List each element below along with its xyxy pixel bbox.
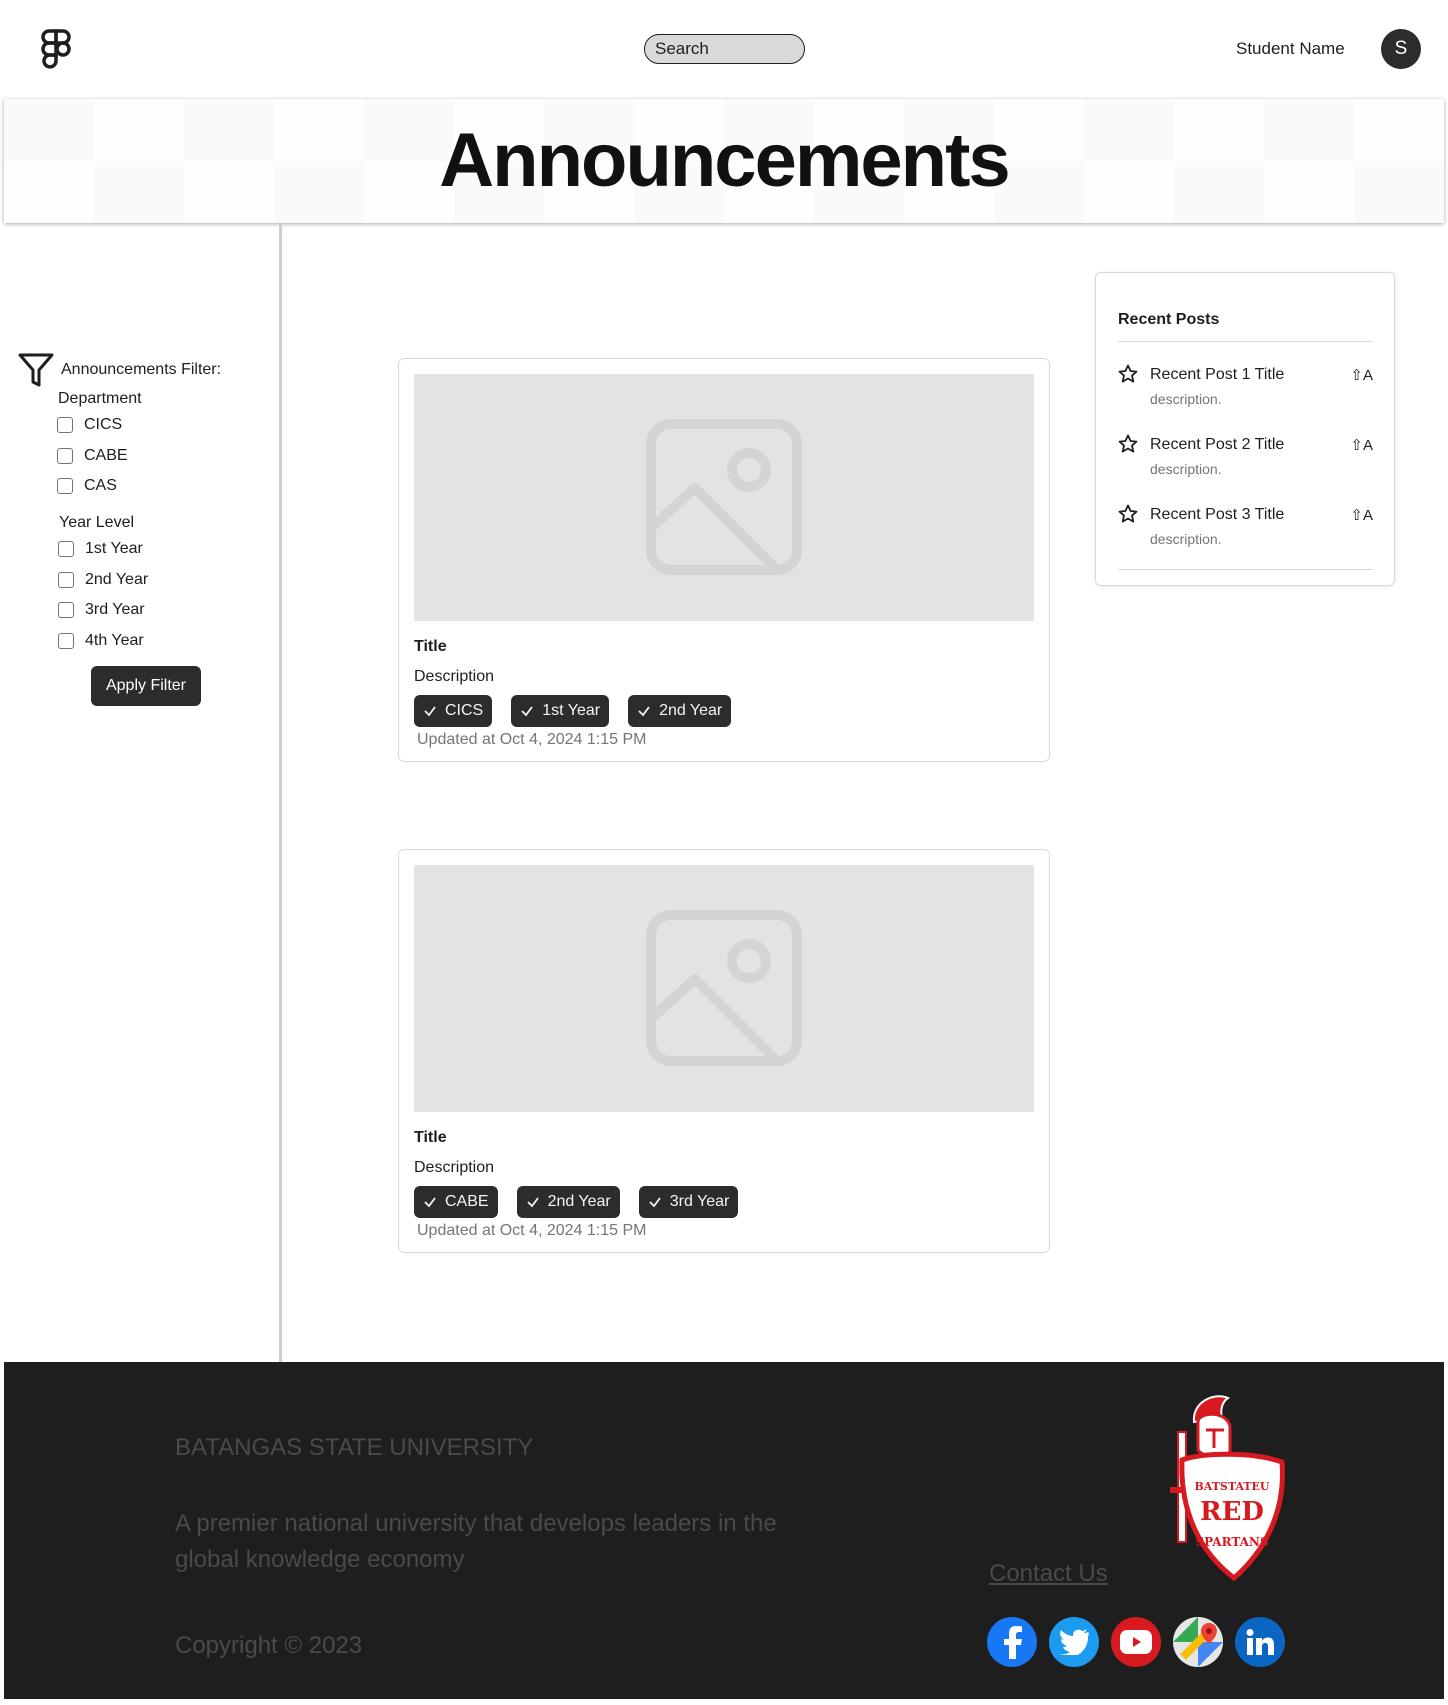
image-icon — [646, 419, 802, 575]
filter-title: Announcements Filter: — [61, 361, 222, 378]
tag-list: CABE 2nd Year 3rd Year — [414, 1186, 757, 1218]
checkbox-cics[interactable]: CICS — [57, 414, 122, 436]
checkbox-box[interactable] — [57, 448, 73, 464]
google-maps-icon[interactable] — [1173, 1617, 1223, 1667]
check-icon — [638, 706, 650, 717]
checkbox-box[interactable] — [58, 572, 74, 588]
star-icon[interactable] — [1118, 434, 1138, 454]
image-icon — [646, 910, 802, 1066]
tag-label: 3rd Year — [669, 1193, 730, 1210]
recent-post-item[interactable]: Recent Post 3 Title description. ⇧A — [1118, 503, 1373, 553]
checkbox-cabe[interactable]: CABE — [57, 445, 128, 467]
tag-2nd-year[interactable]: 2nd Year — [516, 1186, 620, 1218]
svg-text:BATSTATEU: BATSTATEU — [1194, 1480, 1269, 1493]
student-name[interactable]: Student Name — [1236, 38, 1366, 60]
university-name: BATANGAS STATE UNIVERSITY — [175, 1434, 534, 1461]
page-title: Announcements — [439, 118, 1010, 203]
checkbox-box[interactable] — [58, 602, 74, 618]
recent-post-title: Recent Post 2 Title — [1150, 436, 1285, 453]
linkedin-icon[interactable] — [1235, 1617, 1285, 1667]
recent-post-description: description. — [1150, 461, 1222, 477]
social-links — [987, 1617, 1297, 1667]
shortcut-label: ⇧A — [1350, 507, 1373, 524]
youtube-icon[interactable] — [1111, 1617, 1161, 1667]
shortcut-label: ⇧A — [1350, 437, 1373, 454]
image-placeholder — [414, 374, 1034, 621]
card-title: Title — [414, 638, 447, 655]
check-icon — [424, 706, 436, 717]
copyright: Copyright © 2023 — [175, 1632, 363, 1659]
star-icon[interactable] — [1118, 504, 1138, 524]
checkbox-box[interactable] — [57, 417, 73, 433]
tag-3rd-year[interactable]: 3rd Year — [638, 1186, 739, 1218]
check-icon — [521, 706, 533, 717]
checkbox-label: CAS — [84, 477, 117, 494]
contact-us-link[interactable]: Contact Us — [989, 1560, 1108, 1588]
footer: BATANGAS STATE UNIVERSITY A premier nati… — [4, 1362, 1444, 1699]
facebook-icon[interactable] — [987, 1617, 1037, 1667]
check-icon — [526, 1197, 539, 1208]
sidebar-divider — [279, 224, 282, 1362]
recent-post-title: Recent Post 1 Title — [1150, 366, 1285, 383]
checkbox-label: 2nd Year — [85, 571, 149, 588]
check-icon — [424, 1197, 436, 1208]
check-icon — [649, 1197, 661, 1208]
checkbox-4th-year[interactable]: 4th Year — [58, 630, 144, 652]
tag-2nd-year[interactable]: 2nd Year — [628, 695, 732, 727]
apply-filter-button[interactable]: Apply Filter — [91, 666, 201, 706]
svg-text:SPARTANS: SPARTANS — [1195, 1535, 1268, 1549]
checkbox-cas[interactable]: CAS — [57, 475, 117, 497]
checkbox-1st-year[interactable]: 1st Year — [58, 538, 143, 560]
figma-logo-icon[interactable] — [40, 29, 72, 71]
tag-label: 1st Year — [542, 702, 601, 719]
recent-post-item[interactable]: Recent Post 2 Title description. ⇧A — [1118, 433, 1373, 483]
checkbox-box[interactable] — [57, 478, 73, 494]
checkbox-label: 4th Year — [85, 632, 144, 649]
announcement-card[interactable]: Title Description CICS 1st Year 2nd Year… — [398, 358, 1050, 762]
tag-label: CICS — [445, 702, 484, 719]
card-description: Description — [414, 668, 495, 685]
year-level-label: Year Level — [59, 514, 135, 531]
shortcut-label: ⇧A — [1350, 367, 1373, 384]
tag-list: CICS 1st Year 2nd Year — [414, 695, 750, 727]
updated-timestamp: Updated at Oct 4, 2024 1:15 PM — [417, 731, 647, 748]
search-input[interactable]: Search — [644, 34, 805, 64]
recent-post-description: description. — [1150, 531, 1222, 547]
image-placeholder — [414, 865, 1034, 1112]
tag-label: 2nd Year — [659, 702, 723, 719]
divider — [1118, 569, 1373, 570]
avatar[interactable]: S — [1381, 29, 1421, 69]
card-title: Title — [414, 1129, 447, 1146]
checkbox-label: 1st Year — [85, 540, 143, 557]
university-tagline: A premier national university that devel… — [175, 1510, 777, 1573]
card-description: Description — [414, 1159, 495, 1176]
top-navbar: Search Student Name S — [0, 0, 1448, 98]
checkbox-label: CABE — [84, 447, 128, 464]
tag-1st-year[interactable]: 1st Year — [511, 695, 610, 727]
tag-cabe[interactable]: CABE — [414, 1186, 498, 1218]
svg-text:RED: RED — [1200, 1497, 1264, 1527]
recent-post-item[interactable]: Recent Post 1 Title description. ⇧A — [1118, 363, 1373, 413]
checkbox-label: CICS — [84, 416, 123, 433]
checkbox-box[interactable] — [58, 633, 74, 649]
checkbox-label: 3rd Year — [85, 601, 145, 618]
recent-posts-title: Recent Posts — [1118, 311, 1220, 328]
tag-cics[interactable]: CICS — [414, 695, 493, 727]
announcement-card[interactable]: Title Description CABE 2nd Year 3rd Year… — [398, 849, 1050, 1253]
recent-post-title: Recent Post 3 Title — [1150, 506, 1285, 523]
department-label: Department — [58, 390, 142, 407]
checkbox-2nd-year[interactable]: 2nd Year — [58, 569, 148, 591]
checkbox-box[interactable] — [58, 541, 74, 557]
tag-label: CABE — [445, 1193, 489, 1210]
updated-timestamp: Updated at Oct 4, 2024 1:15 PM — [417, 1222, 647, 1239]
checkbox-3rd-year[interactable]: 3rd Year — [58, 599, 145, 621]
star-icon[interactable] — [1118, 364, 1138, 384]
twitter-icon[interactable] — [1049, 1617, 1099, 1667]
divider — [1118, 341, 1373, 342]
tag-label: 2nd Year — [547, 1193, 611, 1210]
recent-post-description: description. — [1150, 391, 1222, 407]
filter-icon — [18, 353, 54, 387]
red-spartans-logo: BATSTATEU RED SPARTANS — [1170, 1395, 1285, 1582]
recent-posts-panel: Recent Posts Recent Post 1 Title descrip… — [1095, 272, 1395, 586]
